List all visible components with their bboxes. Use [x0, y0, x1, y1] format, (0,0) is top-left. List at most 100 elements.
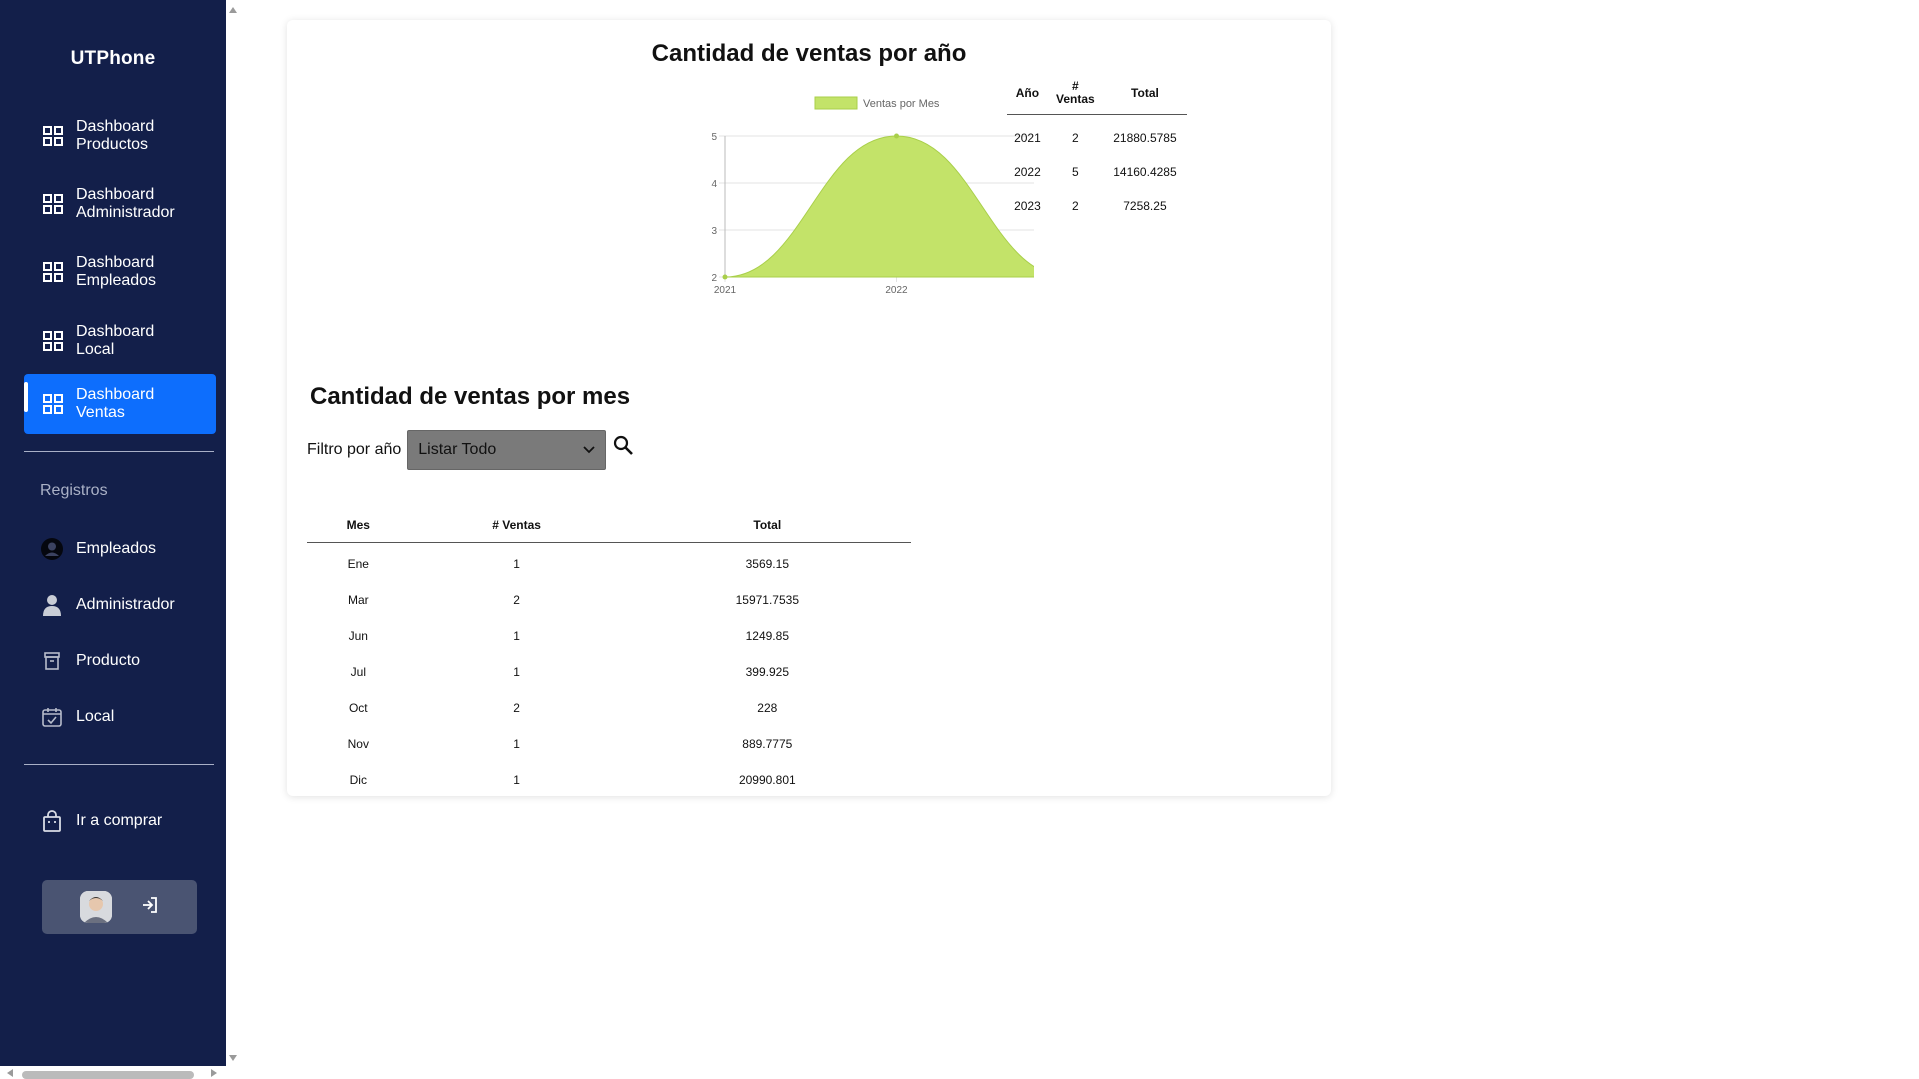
registro-empleados[interactable]: Empleados — [40, 534, 220, 564]
th-total: Total — [623, 518, 911, 543]
chevron-down-icon — [583, 446, 595, 454]
table-cell: Jul — [350, 665, 366, 679]
month-table: Mes # Ventas Total Ene 1 3569.15 Mar 2 15971.… — [307, 518, 911, 798]
table-cell: 2 — [513, 701, 520, 715]
divider — [24, 764, 214, 765]
table-cell: Nov — [347, 737, 369, 751]
sales-card: Cantidad de ventas por año 2345202120222… — [287, 20, 1331, 796]
table-row: 2021 2 21880.5785 — [1007, 115, 1187, 156]
th-num-ventas: # Ventas — [409, 518, 624, 543]
shop-label: Ir a comprar — [76, 812, 163, 829]
table-cell: Ene — [347, 557, 369, 571]
archive-icon — [40, 649, 64, 673]
table-cell: 889.7775 — [742, 737, 793, 751]
legend-swatch — [814, 96, 858, 110]
table-row: Oct 2 228 — [307, 690, 911, 726]
table-cell: 5 — [1072, 165, 1079, 179]
table-row: Ene 1 3569.15 — [307, 543, 911, 583]
shop-link[interactable]: Ir a comprar — [40, 806, 220, 836]
series-area — [724, 135, 1034, 278]
table-cell: 399.925 — [745, 665, 789, 679]
year-filter-select[interactable]: Listar Todo — [407, 430, 607, 470]
title-ventas-por-ano: Cantidad de ventas por año — [651, 40, 967, 67]
nav-label: Dashboard Empleados — [76, 254, 157, 289]
horizontal-scroll-thumb[interactable] — [22, 1071, 194, 1079]
registro-local[interactable]: Local — [40, 702, 220, 732]
registros-label: Registros — [40, 482, 108, 499]
table-cell: Oct — [348, 701, 368, 715]
nav-dashboard-ventas[interactable]: Dashboard Ventas — [24, 374, 216, 434]
table-cell: 228 — [757, 701, 778, 715]
grid-icon — [43, 394, 63, 414]
scroll-down-icon[interactable] — [228, 1054, 238, 1062]
nav-label: Dashboard Administrador — [76, 186, 175, 221]
user-circle-icon — [40, 537, 64, 561]
table-row: Nov 1 889.7775 — [307, 726, 911, 762]
table-cell: 1 — [513, 737, 520, 751]
avatar[interactable] — [79, 891, 112, 923]
table-cell: 1 — [513, 629, 520, 643]
filter-row: Filtro por año Listar Todo — [307, 430, 634, 470]
table-cell: 1249.85 — [745, 629, 789, 643]
th-ventas: # Ventas — [1047, 78, 1103, 115]
table-cell: 15971.7535 — [735, 593, 799, 607]
grid-icon — [43, 126, 63, 146]
table-row: 2023 2 7258.25 — [1007, 189, 1187, 223]
table-cell: 2 — [1072, 131, 1079, 145]
table-cell: Dic — [349, 773, 367, 787]
table-cell: 2023 — [1014, 199, 1041, 213]
area-chart: 2345202120222023Ventas por Mes — [711, 96, 1034, 296]
nav-label: Dashboard Ventas — [76, 386, 155, 421]
title-ventas-por-mes: Cantidad de ventas por mes — [310, 383, 631, 410]
search-icon[interactable] — [612, 434, 634, 456]
registro-label: Administrador — [76, 596, 175, 613]
registro-label: Empleados — [76, 540, 157, 557]
brand-title: UTPhone — [70, 48, 156, 69]
scroll-right-icon[interactable] — [210, 1068, 218, 1078]
table-cell: 2022 — [1014, 165, 1041, 179]
table-row: Mar 2 15971.7535 — [307, 582, 911, 618]
table-cell: 1 — [513, 665, 520, 679]
registro-administrador[interactable]: Administrador — [40, 590, 220, 620]
grid-icon — [43, 262, 63, 282]
x-tick-label: 2022 — [885, 285, 908, 296]
divider — [24, 451, 214, 452]
scroll-left-icon[interactable] — [6, 1068, 14, 1078]
table-row: Jun 1 1249.85 — [307, 618, 911, 654]
table-row: Jul 1 399.925 — [307, 654, 911, 690]
th-ano: Año — [1007, 78, 1048, 115]
registro-label: Producto — [76, 652, 141, 669]
table-cell: 1 — [513, 557, 520, 571]
select-value: Listar Todo — [418, 441, 497, 458]
table-cell: Mar — [347, 593, 369, 607]
data-point — [722, 274, 728, 280]
filter-label: Filtro por año — [307, 441, 402, 458]
table-cell: 21880.5785 — [1113, 131, 1177, 145]
nav-dashboard-empleados[interactable]: Dashboard Empleados — [24, 242, 216, 302]
y-tick-label: 5 — [711, 132, 717, 143]
table-cell: 2 — [513, 593, 520, 607]
table-cell: 2 — [1072, 199, 1079, 213]
user-icon — [40, 593, 64, 617]
registro-producto[interactable]: Producto — [40, 646, 220, 676]
y-tick-label: 3 — [711, 226, 717, 237]
table-cell: 14160.4285 — [1113, 165, 1177, 179]
table-row: Dic 1 20990.801 — [307, 762, 911, 798]
scroll-up-icon[interactable] — [228, 6, 238, 14]
th-total: Total — [1102, 78, 1187, 115]
grid-icon — [43, 331, 63, 351]
shopping-bag-icon — [40, 809, 64, 833]
vertical-scrollbar[interactable] — [226, 0, 240, 1066]
th-mes: Mes — [307, 518, 410, 543]
table-cell: Jun — [348, 629, 368, 643]
nav-dashboard-local[interactable]: Dashboard Local — [24, 311, 216, 371]
table-cell: 20990.801 — [738, 773, 796, 787]
logout-icon[interactable] — [140, 895, 160, 920]
legend-label: Ventas por Mes — [863, 98, 940, 110]
x-tick-label: 2021 — [714, 285, 737, 296]
table-cell: 2021 — [1014, 131, 1041, 145]
nav-dashboard-productos[interactable]: Dashboard Productos — [24, 106, 216, 166]
calendar-check-icon — [40, 705, 64, 729]
user-panel — [42, 880, 197, 934]
nav-dashboard-administrador[interactable]: Dashboard Administrador — [24, 174, 216, 234]
